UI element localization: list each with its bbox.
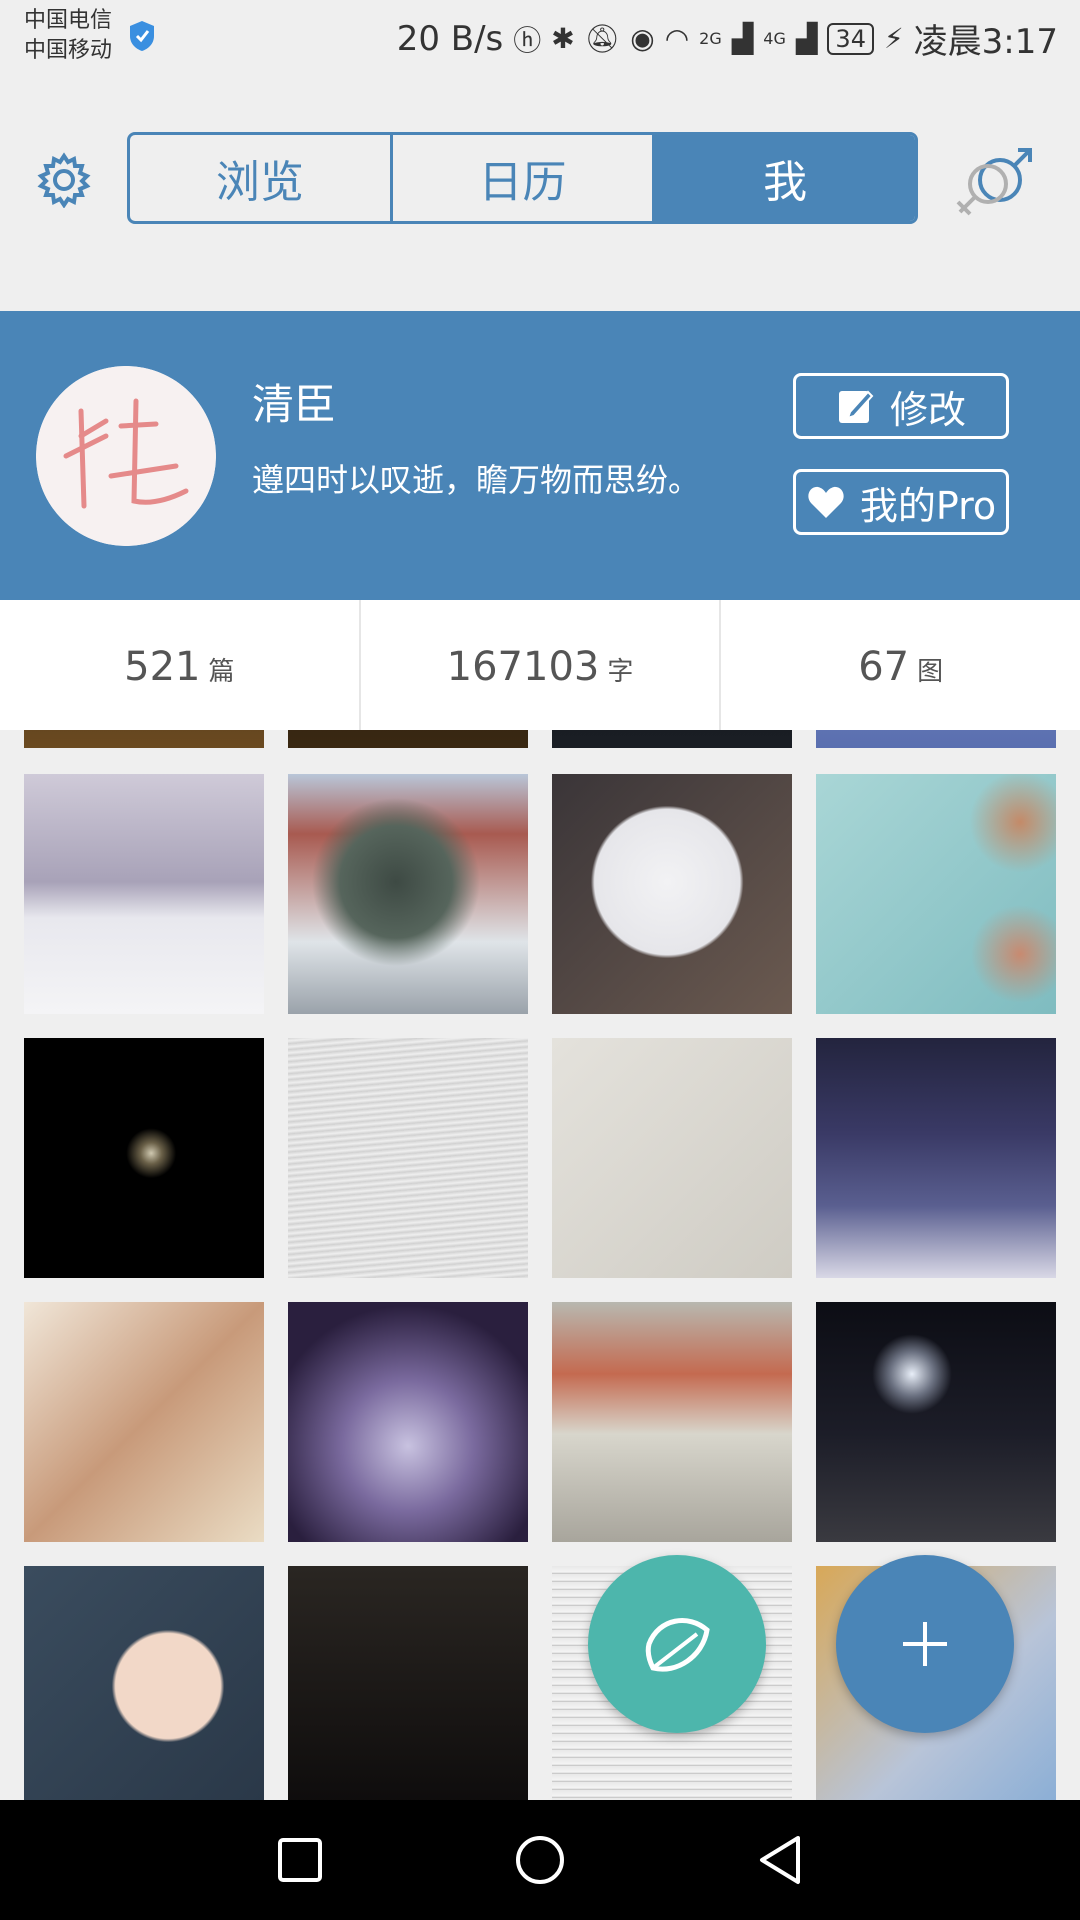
photo-thumbnail[interactable] bbox=[288, 1566, 528, 1800]
edit-button[interactable]: 修改 bbox=[793, 373, 1009, 439]
charging-icon: ⚡︎ bbox=[883, 22, 904, 55]
plus-icon bbox=[903, 1622, 947, 1666]
stat-articles-unit: 篇 bbox=[208, 657, 235, 687]
stat-articles-value: 521 bbox=[124, 644, 201, 690]
wifi-icon: ◠ bbox=[664, 22, 690, 55]
stat-words-unit: 字 bbox=[607, 657, 634, 687]
hd-icon: ⓗ bbox=[513, 23, 542, 57]
tab-browse[interactable]: 浏览 bbox=[130, 135, 393, 221]
tab-calendar[interactable]: 日历 bbox=[393, 135, 656, 221]
eye-icon: ◉ bbox=[630, 22, 655, 55]
photo-thumbnail[interactable] bbox=[816, 730, 1056, 748]
photo-thumbnail[interactable] bbox=[552, 730, 792, 748]
clock: 凌晨3:17 bbox=[913, 22, 1058, 62]
photo-thumbnail[interactable] bbox=[24, 1566, 264, 1800]
gender-icon[interactable] bbox=[950, 144, 1050, 224]
photo-thumbnail[interactable] bbox=[24, 774, 264, 1014]
back-icon[interactable] bbox=[750, 1830, 810, 1890]
tab-bar: 浏览 日历 我 bbox=[127, 132, 918, 224]
heart-icon bbox=[808, 486, 844, 518]
home-icon[interactable] bbox=[510, 1830, 570, 1890]
photo-thumbnail[interactable] bbox=[816, 774, 1056, 1014]
network-4g-label: 4G bbox=[763, 29, 786, 48]
signal-icon-2: ▟ bbox=[795, 22, 818, 55]
bluetooth-icon: ✱ bbox=[551, 22, 575, 55]
mute-icon: 🔕︎ bbox=[584, 22, 621, 55]
tab-me[interactable]: 我 bbox=[655, 135, 915, 221]
system-nav-bar bbox=[0, 1800, 1080, 1920]
photo-thumbnail[interactable] bbox=[816, 1302, 1056, 1542]
stat-articles[interactable]: 521 篇 bbox=[0, 600, 361, 730]
carrier-2: 中国移动 bbox=[24, 38, 113, 63]
photo-thumbnail[interactable] bbox=[816, 1038, 1056, 1278]
leaf-icon bbox=[645, 1618, 710, 1672]
edit-button-label: 修改 bbox=[889, 387, 966, 432]
edit-icon bbox=[838, 390, 874, 423]
shield-icon bbox=[130, 21, 154, 51]
write-fab-button[interactable] bbox=[588, 1555, 766, 1733]
network-speed: 20 B/s bbox=[396, 18, 504, 59]
carrier-1: 中国电信 bbox=[24, 8, 113, 33]
gear-icon[interactable] bbox=[36, 152, 92, 208]
photo-thumbnail[interactable] bbox=[288, 1038, 528, 1278]
status-bar: 中国电信 中国移动 20 B/s ⓗ ✱ 🔕︎ ◉ ◠ 2G ▟ 4G ▟ 34… bbox=[0, 0, 1080, 72]
photo-thumbnail[interactable] bbox=[552, 774, 792, 1014]
profile-name: 清臣 bbox=[252, 380, 337, 429]
carrier-info: 中国电信 中国移动 bbox=[24, 6, 112, 66]
photo-thumbnail[interactable] bbox=[288, 730, 528, 748]
avatar[interactable] bbox=[36, 366, 216, 546]
stat-images[interactable]: 67 图 bbox=[721, 600, 1080, 730]
stat-words-value: 167103 bbox=[446, 644, 600, 690]
stat-images-value: 67 bbox=[858, 644, 910, 690]
photo-thumbnail[interactable] bbox=[552, 1302, 792, 1542]
recent-apps-icon[interactable] bbox=[270, 1830, 330, 1890]
my-pro-button-label: 我的Pro bbox=[859, 483, 997, 528]
stat-words[interactable]: 167103 字 bbox=[361, 600, 722, 730]
status-icons: 20 B/s ⓗ ✱ 🔕︎ ◉ ◠ 2G ▟ 4G ▟ 34 ⚡︎ 凌晨3:17 bbox=[397, 14, 1058, 63]
signal-icon: ▟ bbox=[731, 22, 754, 55]
profile-header: 清臣 遵四时以叹逝，瞻万物而思纷。 修改 我的Pro bbox=[0, 311, 1080, 600]
top-bar: 浏览 日历 我 bbox=[0, 72, 1080, 310]
photo-thumbnail[interactable] bbox=[288, 774, 528, 1014]
photo-thumbnail[interactable] bbox=[552, 1038, 792, 1278]
photo-thumbnail[interactable] bbox=[24, 730, 264, 748]
photo-thumbnail[interactable] bbox=[288, 1302, 528, 1542]
stats-bar: 521 篇 167103 字 67 图 bbox=[0, 600, 1080, 730]
profile-bio: 遵四时以叹逝，瞻万物而思纷。 bbox=[252, 461, 701, 499]
battery-icon: 34 bbox=[827, 22, 874, 55]
add-fab-button[interactable] bbox=[836, 1555, 1014, 1733]
stat-images-unit: 图 bbox=[917, 657, 944, 687]
photo-thumbnail[interactable] bbox=[24, 1038, 264, 1278]
network-2g-label: 2G bbox=[699, 29, 722, 48]
my-pro-button[interactable]: 我的Pro bbox=[793, 469, 1009, 535]
photo-thumbnail[interactable] bbox=[24, 1302, 264, 1542]
